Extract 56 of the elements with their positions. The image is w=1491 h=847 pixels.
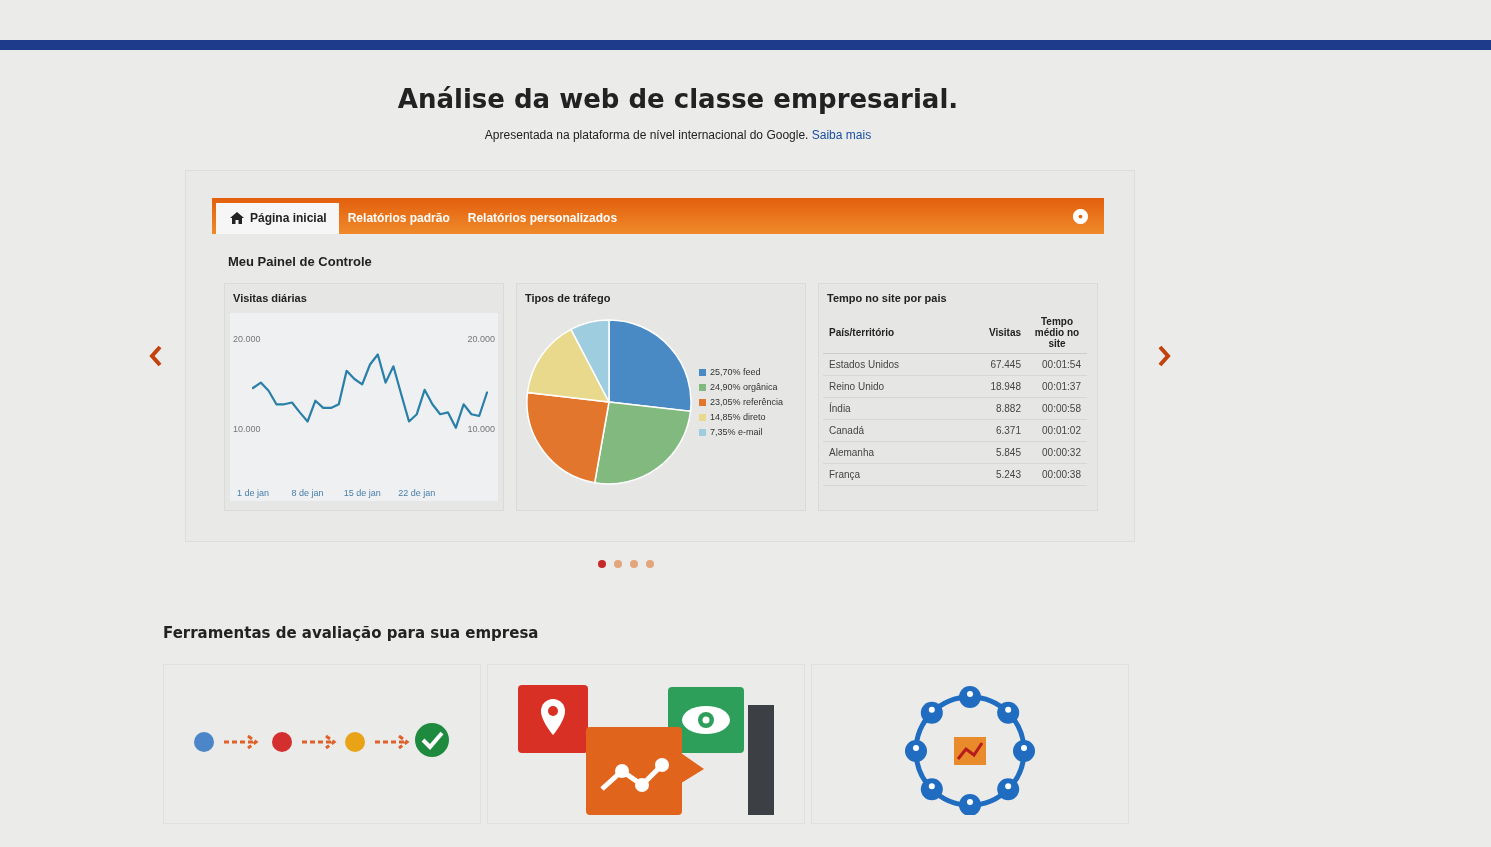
settings-icon[interactable] <box>1073 208 1088 224</box>
legend-swatch <box>699 368 706 376</box>
chevron-right-icon[interactable] <box>1157 345 1171 367</box>
table-cell: Reino Unido <box>823 375 956 398</box>
legend-label: 24,90% orgânica <box>710 382 778 392</box>
legend-label: 23,05% referência <box>710 397 784 407</box>
widget-title: Tipos de tráfego <box>525 292 612 304</box>
carousel-dot[interactable] <box>630 560 638 568</box>
column-header: Tempo médio no site <box>1027 312 1087 354</box>
legend-label: 7,35% e-mail <box>710 427 763 437</box>
legend-label: 25,70% feed <box>710 367 761 377</box>
table-cell: 00:00:38 <box>1027 463 1087 486</box>
carousel-dot[interactable] <box>646 560 654 568</box>
column-header: Visitas <box>955 312 1027 354</box>
table-cell: 5.243 <box>955 463 1027 486</box>
y-tick-label: 20.000 <box>233 333 261 344</box>
legend-swatch <box>699 428 706 436</box>
chevron-left-icon[interactable] <box>149 345 163 367</box>
legend-swatch <box>699 398 706 406</box>
table-cell: 8.882 <box>955 397 1027 420</box>
column-header: País/território <box>823 312 956 354</box>
table-cell: 67.445 <box>955 353 1027 376</box>
table-cell: Canadá <box>823 419 956 442</box>
table-cell: 00:00:32 <box>1027 441 1087 464</box>
legend-swatch <box>699 413 706 421</box>
table-cell: Alemanha <box>823 441 956 464</box>
table-cell: 00:01:02 <box>1027 419 1087 442</box>
table-cell: 6.371 <box>955 419 1027 442</box>
table-cell: 5.845 <box>955 441 1027 464</box>
x-tick-label: 15 de jan <box>343 488 381 498</box>
home-icon <box>230 212 244 224</box>
table-cell: 18.948 <box>955 375 1027 398</box>
legend-swatch <box>699 383 706 391</box>
x-tick-label: 8 de jan <box>291 488 324 498</box>
dashboard-title: Meu Painel de Controle <box>228 254 373 269</box>
learn-more-link[interactable]: Saiba mais <box>811 128 872 142</box>
x-tick-label: 1 de jan <box>237 488 269 498</box>
table-cell: Índia <box>823 397 956 420</box>
widget-title: Visitas diárias <box>233 292 308 304</box>
page-title: Análise da web de classe empresarial. <box>396 84 960 114</box>
carousel-dot[interactable] <box>598 560 606 568</box>
y-tick-label: 10.000 <box>233 424 261 434</box>
table-cell: 00:01:54 <box>1027 353 1087 376</box>
carousel-dot[interactable] <box>614 560 622 568</box>
table-cell: França <box>823 463 956 486</box>
y-tick-label: 20.000 <box>467 333 495 344</box>
widget-title: Tempo no site por pais <box>827 292 948 304</box>
legend-label: 14,85% direto <box>710 412 766 422</box>
x-tick-label: 22 de jan <box>398 488 436 498</box>
subtitle: Apresentada na plataforma de nível internacional do Google. <box>484 128 809 142</box>
table-cell: 00:00:58 <box>1027 397 1087 420</box>
tab[interactable]: Página inicial <box>216 203 339 234</box>
table-cell: 00:01:37 <box>1027 375 1087 398</box>
section-title: Ferramentas de avaliação para sua empresa <box>163 624 540 642</box>
y-tick-label: 10.000 <box>467 424 495 434</box>
table-cell: Estados Unidos <box>823 353 956 376</box>
